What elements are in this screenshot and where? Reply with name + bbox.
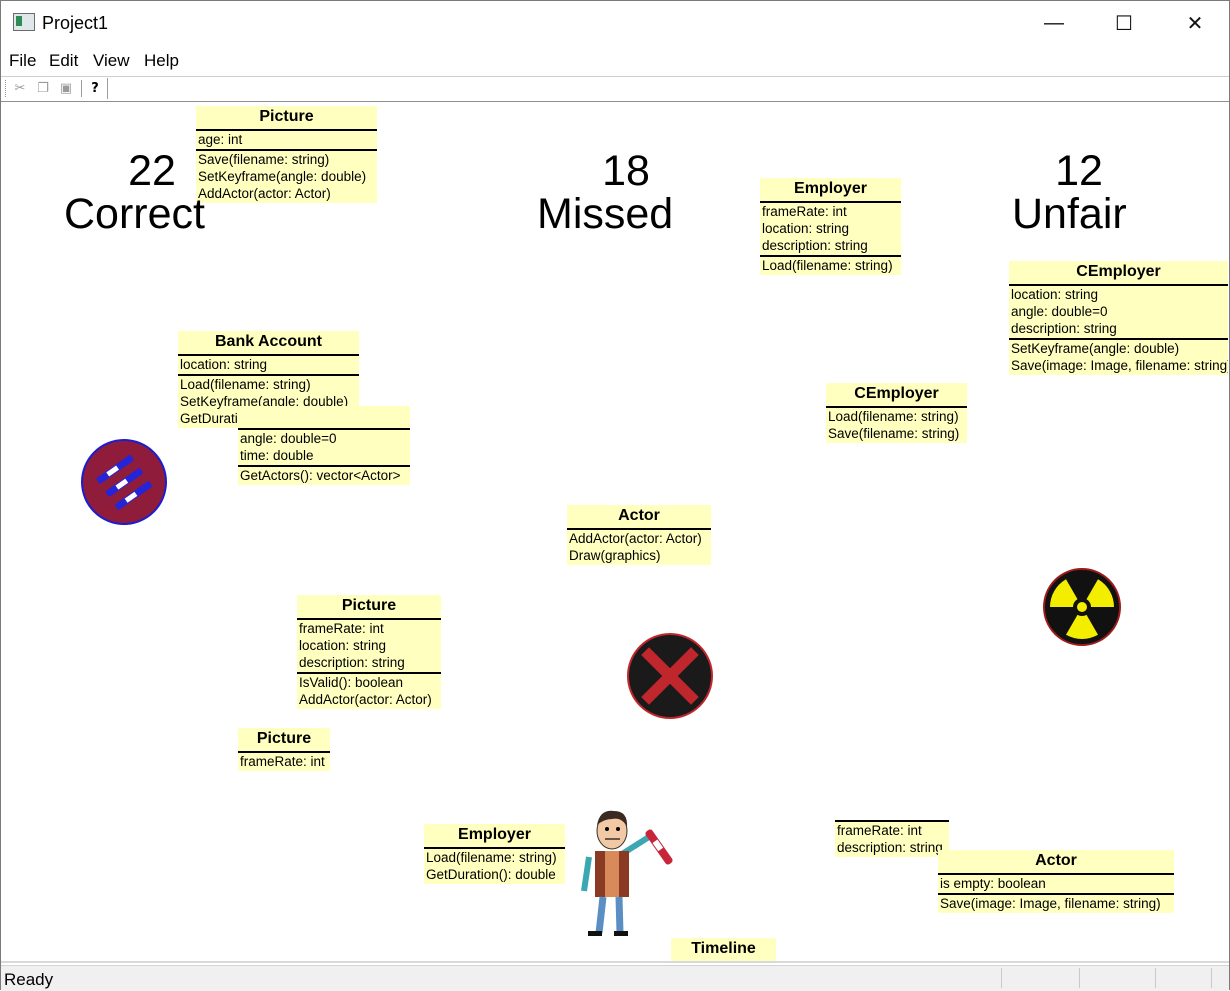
uml-class-cemployer-2[interactable]: CEmployer Load(filename: string) Save(fi… [826,383,967,443]
class-name: Picture [196,106,377,131]
canvas-bottom-edge [1,961,1229,963]
score-unfair: 12 Unfair [979,150,1179,236]
status-pane-divider [1155,968,1156,988]
attribute: time: double [240,448,314,463]
uml-class-cemployer[interactable]: CEmployer location: string angle: double… [1009,261,1228,375]
operation: IsValid(): boolean [299,675,404,690]
class-name: Picture [297,595,441,620]
radiation-icon[interactable] [1042,567,1122,647]
class-name: Bank Account [178,331,359,356]
menu-view[interactable]: View [93,51,130,71]
uml-class-employer[interactable]: Employer frameRate: int location: string… [760,178,901,275]
attribute: location: string [1011,287,1099,302]
uml-class-unnamed[interactable]: angle: double=0 time: double GetActors()… [238,406,410,485]
uml-class-actor[interactable]: Actor AddActor(actor: Actor) Draw(graphi… [567,505,711,565]
help-icon[interactable]: ? [85,79,105,98]
attribute: location: string [180,357,268,372]
pens-badge-icon[interactable] [81,439,169,527]
status-text: Ready [4,970,54,989]
character-with-pen-icon[interactable] [574,809,679,944]
class-name: Actor [567,505,711,530]
x-mark-icon[interactable] [627,633,715,721]
uml-class-timeline[interactable]: Timeline [671,938,776,961]
operation: Save(image: Image, filename: string) [1011,358,1228,373]
score-missed: 18 Missed [526,150,726,236]
app-window: Project1 — ☐ ✕ File Edit View Help ✂ ❐ ▣… [0,0,1230,991]
minimize-button[interactable]: — [1031,7,1077,39]
scissors-icon[interactable]: ✂ [10,79,30,98]
attribute: angle: double=0 [1011,304,1108,319]
app-icon [13,13,35,31]
class-name: Employer [760,178,901,203]
operation: Load(filename: string) [180,377,311,392]
class-name: CEmployer [1009,261,1228,286]
toolbar: ✂ ❐ ▣ ? [1,76,1229,102]
operation: Load(filename: string) [426,850,557,865]
missed-count: 18 [602,147,650,195]
attribute: is empty: boolean [940,876,1046,891]
correct-label: Correct [64,190,205,238]
menu-bar: File Edit View Help [1,49,1229,75]
operation: Draw(graphics) [569,548,661,563]
operation: AddActor(actor: Actor) [569,531,702,546]
maximize-button[interactable]: ☐ [1101,7,1147,39]
class-name: CEmployer [826,383,967,408]
class-name: Picture [238,728,330,753]
attribute: frameRate: int [299,621,384,636]
uml-class-picture-3[interactable]: Picture frameRate: int [238,728,330,771]
attribute: location: string [299,638,387,653]
size-grip[interactable] [1211,968,1212,988]
attribute: age: int [198,132,243,147]
unfair-label: Unfair [1012,190,1127,238]
uml-class-unnamed-2[interactable]: frameRate: int description: string [835,820,949,857]
toolbar-end [107,78,108,99]
class-name: Timeline [691,940,756,957]
correct-count: 22 [128,147,176,195]
operation: AddActor(actor: Actor) [299,692,432,707]
attribute: angle: double=0 [240,431,337,446]
status-bar: Ready [1,965,1229,991]
toolbar-grip[interactable] [5,80,9,97]
menu-help[interactable]: Help [144,51,179,71]
operation: GetActors(): vector<Actor> [240,468,401,483]
missed-label: Missed [537,190,674,238]
operation: Load(filename: string) [762,258,893,273]
status-pane-divider [1079,968,1080,988]
close-button[interactable]: ✕ [1172,7,1218,39]
attribute: frameRate: int [837,823,922,838]
attribute: frameRate: int [762,204,847,219]
class-name: Actor [938,850,1174,875]
attribute: location: string [762,221,850,236]
unfair-count: 12 [1055,147,1103,195]
toolbar-separator [81,80,82,97]
status-pane-divider [1001,968,1002,988]
attribute: description: string [837,840,943,855]
paste-icon[interactable]: ▣ [56,79,76,98]
operation: Save(image: Image, filename: string) [940,896,1161,911]
class-name: Employer [424,824,565,849]
menu-edit[interactable]: Edit [49,51,78,71]
operation: GetDuration(): double [426,867,556,882]
title-bar[interactable]: Project1 — ☐ ✕ [1,1,1229,45]
drawing-canvas[interactable]: Picture age: int Save(filename: string) … [4,102,1228,962]
window-title: Project1 [42,13,109,33]
operation: Load(filename: string) [828,409,959,424]
score-correct: 22 Correct [52,150,252,236]
operation: SetKeyframe(angle: double) [1011,341,1180,356]
attribute: description: string [762,238,868,253]
attribute: frameRate: int [240,754,325,769]
empty-class-name [238,406,410,430]
uml-class-employer-2[interactable]: Employer Load(filename: string) GetDurat… [424,824,565,884]
menu-file[interactable]: File [9,51,36,71]
attribute: description: string [1011,321,1117,336]
operation: Save(filename: string) [828,426,960,441]
copy-icon[interactable]: ❐ [33,79,53,98]
attribute: description: string [299,655,405,670]
uml-class-actor-2[interactable]: Actor is empty: boolean Save(image: Imag… [938,850,1174,913]
uml-class-picture-2[interactable]: Picture frameRate: int location: string … [297,595,441,709]
